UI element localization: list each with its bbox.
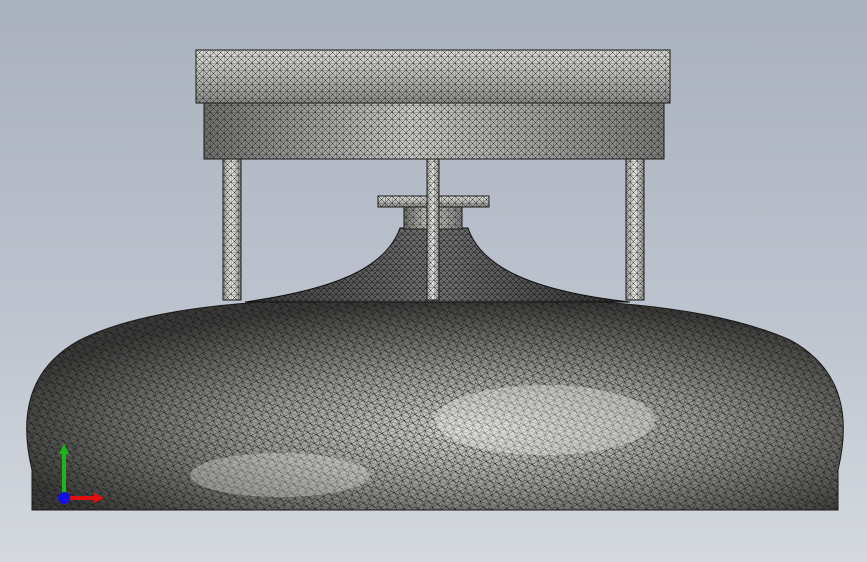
x-axis-head	[94, 493, 104, 503]
y-axis-label: Y	[70, 445, 77, 455]
axis-triad: Y X	[58, 444, 112, 504]
graphics-viewport[interactable]: Y X	[0, 0, 867, 562]
dome-tank[interactable]	[26, 297, 844, 511]
z-axis-dot	[58, 492, 70, 504]
top-plate[interactable]	[195, 49, 671, 104]
x-axis-label: X	[106, 490, 112, 500]
lower-ring[interactable]	[203, 102, 665, 160]
y-axis-head	[59, 444, 69, 454]
mesh-model-view[interactable]	[0, 0, 867, 562]
